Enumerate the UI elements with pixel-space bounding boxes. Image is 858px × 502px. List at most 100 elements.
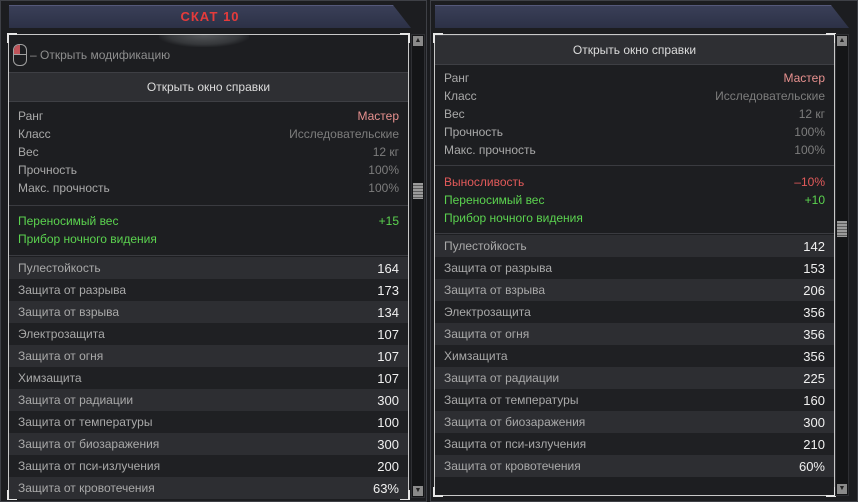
stat-value: 356: [803, 348, 825, 364]
stat-row: Химзащита 356: [435, 345, 834, 367]
stat-row: Химзащита 107: [9, 367, 408, 389]
bonus-label: Переносимый вес: [444, 193, 545, 207]
tooltip-content: Открыть окно справки Ранг Мастер Класс И…: [433, 33, 836, 497]
tooltip-header: СКАТ 10: [9, 5, 411, 28]
scroll-down-icon[interactable]: ▼: [413, 486, 423, 496]
scroll-thumb[interactable]: [413, 183, 423, 199]
stat-label: Пулестойкость: [444, 239, 527, 253]
stat-row: Электрозащита 356: [435, 301, 834, 323]
scroll-up-icon[interactable]: ▲: [837, 36, 847, 46]
stat-value: 300: [377, 436, 399, 452]
stat-label: Химзащита: [444, 349, 508, 363]
frame-corner: [400, 33, 410, 43]
stat-value: 63%: [372, 480, 399, 496]
bonus-label: Прибор ночного видения: [444, 211, 583, 225]
bonus-label: Выносливость: [444, 175, 525, 189]
divider: [9, 255, 408, 256]
scrollbar[interactable]: ▲ ▼: [411, 34, 425, 498]
stat-value: 134: [377, 304, 399, 320]
frame-corner: [7, 33, 17, 43]
scrollbar[interactable]: ▲ ▼: [835, 34, 849, 496]
stat-value: 160: [803, 392, 825, 408]
info-label: Вес: [18, 145, 39, 159]
info-value: 12 кг: [798, 107, 825, 121]
info-row-rank: Ранг Мастер: [18, 107, 399, 125]
info-row-max-durability: Макс. прочность 100%: [18, 179, 399, 197]
tooltip-content: – Открыть модификацию Открыть окно справ…: [7, 33, 410, 500]
info-value: 100%: [368, 163, 399, 177]
stat-value: 107: [377, 348, 399, 364]
stat-label: Электрозащита: [444, 305, 531, 319]
info-value: 100%: [794, 125, 825, 139]
divider: [9, 205, 408, 206]
stat-label: Защита от огня: [18, 349, 104, 363]
info-label: Вес: [444, 107, 465, 121]
scroll-thumb[interactable]: [837, 221, 847, 237]
stat-label: Защита от радиации: [444, 371, 560, 385]
open-help-button[interactable]: Открыть окно справки: [435, 35, 834, 65]
stat-label: Защита от радиации: [18, 393, 134, 407]
stat-value: 60%: [798, 458, 825, 474]
bonus-row: Прибор ночного видения: [444, 209, 825, 227]
stat-value: 300: [377, 392, 399, 408]
stat-row: Защита от огня 107: [9, 345, 408, 367]
stat-row: Защита от биозаражения 300: [435, 411, 834, 433]
stat-label: Защита от кровотечения: [444, 459, 581, 473]
item-bonuses: Выносливость –10% Переносимый вес +10 Пр…: [444, 173, 825, 227]
info-row-durability: Прочность 100%: [444, 123, 825, 141]
info-label: Макс. прочность: [18, 181, 110, 195]
divider: [435, 165, 834, 166]
stat-label: Электрозащита: [18, 327, 105, 341]
stat-value: 225: [803, 370, 825, 386]
open-help-button[interactable]: Открыть окно справки: [9, 72, 408, 102]
item-bonuses: Переносимый вес +15 Прибор ночного виден…: [18, 212, 399, 248]
stat-row: Защита от кровотечения 60%: [435, 455, 834, 477]
protection-stats: Пулестойкость 142 Защита от разрыва 153 За…: [435, 235, 834, 477]
stat-value: 153: [803, 260, 825, 276]
stat-row: Защита от пси-излучения 210: [435, 433, 834, 455]
stat-row: Защита от радиации 300: [9, 389, 408, 411]
stat-value: 206: [803, 282, 825, 298]
stat-label: Защита от биозаражения: [18, 437, 160, 451]
info-row-weight: Вес 12 кг: [18, 143, 399, 161]
stat-label: Защита от биозаражения: [444, 415, 586, 429]
stat-label: Защита от температуры: [18, 415, 153, 429]
stat-value: 200: [377, 458, 399, 474]
stat-label: Защита от пси-излучения: [444, 437, 587, 451]
tooltip-header: [435, 5, 849, 28]
bonus-label: Прибор ночного видения: [18, 232, 157, 246]
stat-value: 356: [803, 326, 825, 342]
divider: [435, 233, 834, 234]
stat-value: 210: [803, 436, 825, 452]
stat-value: 142: [803, 238, 825, 254]
stat-label: Защита от разрыва: [444, 261, 553, 275]
info-value: Мастер: [357, 109, 399, 123]
info-row-class: Класс Исследовательские: [18, 125, 399, 143]
scroll-down-icon[interactable]: ▼: [837, 484, 847, 494]
bonus-row: Прибор ночного видения: [18, 230, 399, 248]
stat-row: Защита от разрыва 153: [435, 257, 834, 279]
bonus-row: Переносимый вес +15: [18, 212, 399, 230]
info-value: Исследовательские: [289, 127, 399, 141]
info-value: Мастер: [783, 71, 825, 85]
stat-label: Химзащита: [18, 371, 82, 385]
stat-row: Защита от температуры 100: [9, 411, 408, 433]
stat-row: Пулестойкость 142: [435, 235, 834, 257]
stat-row: Защита от огня 356: [435, 323, 834, 345]
stat-label: Защита от взрыва: [18, 305, 120, 319]
info-value: 100%: [794, 143, 825, 157]
scroll-up-icon[interactable]: ▲: [413, 36, 423, 46]
stat-value: 300: [803, 414, 825, 430]
bonus-value: +10: [804, 193, 825, 207]
stat-label: Защита от огня: [444, 327, 530, 341]
stat-row: Защита от взрыва 134: [9, 301, 408, 323]
protection-stats: Пулестойкость 164 Защита от разрыва 173 За…: [9, 257, 408, 499]
item-info: Ранг Мастер Класс Исследовательские Вес …: [444, 69, 825, 159]
item-tooltip-right: Открыть окно справки Ранг Мастер Класс И…: [430, 0, 858, 502]
stat-value: 356: [803, 304, 825, 320]
bonus-label: Переносимый вес: [18, 214, 119, 228]
stat-row: Электрозащита 107: [9, 323, 408, 345]
item-tooltip-left: СКАТ 10 – Открыть модификацию Открыть ок…: [0, 0, 427, 502]
open-modification-hint[interactable]: – Открыть модификацию: [13, 43, 170, 67]
info-value: Исследовательские: [715, 89, 825, 103]
